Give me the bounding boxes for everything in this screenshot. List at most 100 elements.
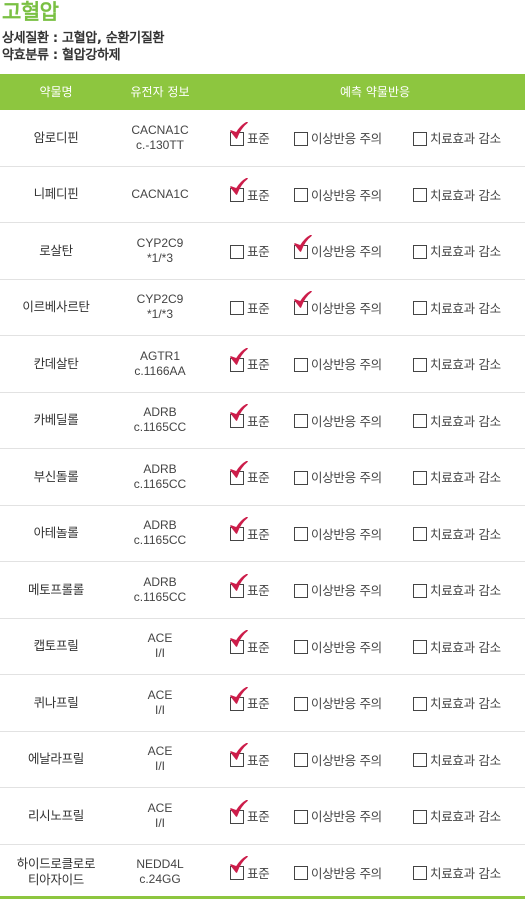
- option-caution[interactable]: 이상반응 주의: [294, 675, 382, 731]
- gene-info: ACE I/I: [112, 675, 208, 731]
- checkbox[interactable]: [413, 753, 427, 768]
- checkbox[interactable]: [413, 470, 427, 485]
- checkbox[interactable]: [413, 809, 427, 824]
- option-reduced[interactable]: 치료효과 감소: [413, 562, 501, 618]
- option-caution[interactable]: 이상반응 주의: [294, 280, 382, 336]
- option-standard[interactable]: 표준: [230, 562, 270, 618]
- option-standard[interactable]: 표준: [230, 393, 270, 449]
- option-caution[interactable]: 이상반응 주의: [294, 110, 382, 166]
- checkbox[interactable]: [230, 743, 248, 768]
- checkbox[interactable]: [294, 583, 308, 598]
- option-caution[interactable]: 이상반응 주의: [294, 336, 382, 392]
- option-caution[interactable]: 이상반응 주의: [294, 393, 382, 449]
- checkbox[interactable]: [230, 121, 248, 146]
- checkbox[interactable]: [294, 188, 308, 203]
- checkbox[interactable]: [294, 696, 308, 711]
- option-label: 표준: [247, 583, 270, 599]
- option-standard[interactable]: 표준: [230, 223, 270, 279]
- gene-name: ACE: [147, 744, 173, 759]
- checkbox[interactable]: [413, 357, 427, 372]
- checkbox[interactable]: [230, 347, 248, 372]
- checkbox[interactable]: [413, 414, 427, 429]
- gene-name: ACE: [147, 800, 173, 815]
- checkbox[interactable]: [230, 573, 248, 598]
- option-standard[interactable]: 표준: [230, 845, 270, 899]
- checkbox[interactable]: [230, 404, 248, 429]
- option-standard[interactable]: 표준: [230, 280, 270, 336]
- option-reduced[interactable]: 치료효과 감소: [413, 336, 501, 392]
- checkbox[interactable]: [230, 178, 248, 203]
- option-caution[interactable]: 이상반응 주의: [294, 223, 382, 279]
- option-standard[interactable]: 표준: [230, 110, 270, 166]
- option-standard[interactable]: 표준: [230, 788, 270, 844]
- option-caution[interactable]: 이상반응 주의: [294, 845, 382, 899]
- checkbox[interactable]: [230, 799, 248, 824]
- checkbox[interactable]: [230, 301, 244, 316]
- checkbox[interactable]: [230, 460, 248, 485]
- option-standard[interactable]: 표준: [230, 506, 270, 562]
- check-mark-icon: [230, 856, 248, 874]
- option-reduced[interactable]: 치료효과 감소: [413, 449, 501, 505]
- gene-variant: *1/*3: [146, 307, 174, 322]
- check-mark-icon: [294, 234, 312, 252]
- option-reduced[interactable]: 치료효과 감소: [413, 280, 501, 336]
- option-reduced[interactable]: 치료효과 감소: [413, 845, 501, 899]
- checkbox[interactable]: [413, 188, 427, 203]
- gene-variant: c.24GG: [139, 872, 181, 887]
- option-label: 치료효과 감소: [430, 639, 501, 655]
- checkbox[interactable]: [294, 640, 308, 655]
- option-standard[interactable]: 표준: [230, 619, 270, 675]
- checkbox[interactable]: [294, 470, 308, 485]
- table-row: 캡토프릴 ACE I/I 표준 이상반응 주의 치료효과 감소: [0, 619, 525, 675]
- option-reduced[interactable]: 치료효과 감소: [413, 110, 501, 166]
- option-label: 표준: [247, 639, 270, 655]
- option-caution[interactable]: 이상반응 주의: [294, 167, 382, 223]
- checkbox[interactable]: [413, 527, 427, 542]
- gene-name: ADRB: [143, 405, 177, 420]
- option-caution[interactable]: 이상반응 주의: [294, 449, 382, 505]
- option-reduced[interactable]: 치료효과 감소: [413, 732, 501, 788]
- checkbox[interactable]: [413, 583, 427, 598]
- checkbox[interactable]: [413, 696, 427, 711]
- option-standard[interactable]: 표준: [230, 675, 270, 731]
- option-standard[interactable]: 표준: [230, 732, 270, 788]
- option-reduced[interactable]: 치료효과 감소: [413, 167, 501, 223]
- option-caution[interactable]: 이상반응 주의: [294, 506, 382, 562]
- checkbox[interactable]: [294, 357, 308, 372]
- checkbox[interactable]: [413, 131, 427, 146]
- option-reduced[interactable]: 치료효과 감소: [413, 506, 501, 562]
- drug-name: 리시노프릴: [27, 807, 84, 823]
- checkbox[interactable]: [230, 244, 244, 259]
- checkbox[interactable]: [294, 414, 308, 429]
- checkbox[interactable]: [294, 291, 312, 316]
- option-reduced[interactable]: 치료효과 감소: [413, 393, 501, 449]
- option-standard[interactable]: 표준: [230, 167, 270, 223]
- checkbox[interactable]: [413, 244, 427, 259]
- checkbox[interactable]: [413, 640, 427, 655]
- option-reduced[interactable]: 치료효과 감소: [413, 788, 501, 844]
- checkbox[interactable]: [294, 866, 308, 881]
- option-caution[interactable]: 이상반응 주의: [294, 619, 382, 675]
- option-standard[interactable]: 표준: [230, 449, 270, 505]
- check-mark-icon: [230, 517, 248, 535]
- option-reduced[interactable]: 치료효과 감소: [413, 223, 501, 279]
- checkbox[interactable]: [413, 301, 427, 316]
- checkbox[interactable]: [294, 809, 308, 824]
- option-caution[interactable]: 이상반응 주의: [294, 732, 382, 788]
- checkbox[interactable]: [294, 131, 308, 146]
- header-gene: 유전자 정보: [130, 85, 190, 99]
- checkbox[interactable]: [294, 753, 308, 768]
- checkbox[interactable]: [230, 856, 248, 881]
- option-reduced[interactable]: 치료효과 감소: [413, 619, 501, 675]
- option-reduced[interactable]: 치료효과 감소: [413, 675, 501, 731]
- checkbox[interactable]: [294, 234, 312, 259]
- drug-name: 로살탄: [39, 242, 73, 258]
- checkbox[interactable]: [294, 527, 308, 542]
- checkbox[interactable]: [413, 866, 427, 881]
- option-standard[interactable]: 표준: [230, 336, 270, 392]
- option-caution[interactable]: 이상반응 주의: [294, 788, 382, 844]
- checkbox[interactable]: [230, 686, 248, 711]
- option-caution[interactable]: 이상반응 주의: [294, 562, 382, 618]
- checkbox[interactable]: [230, 630, 248, 655]
- checkbox[interactable]: [230, 517, 248, 542]
